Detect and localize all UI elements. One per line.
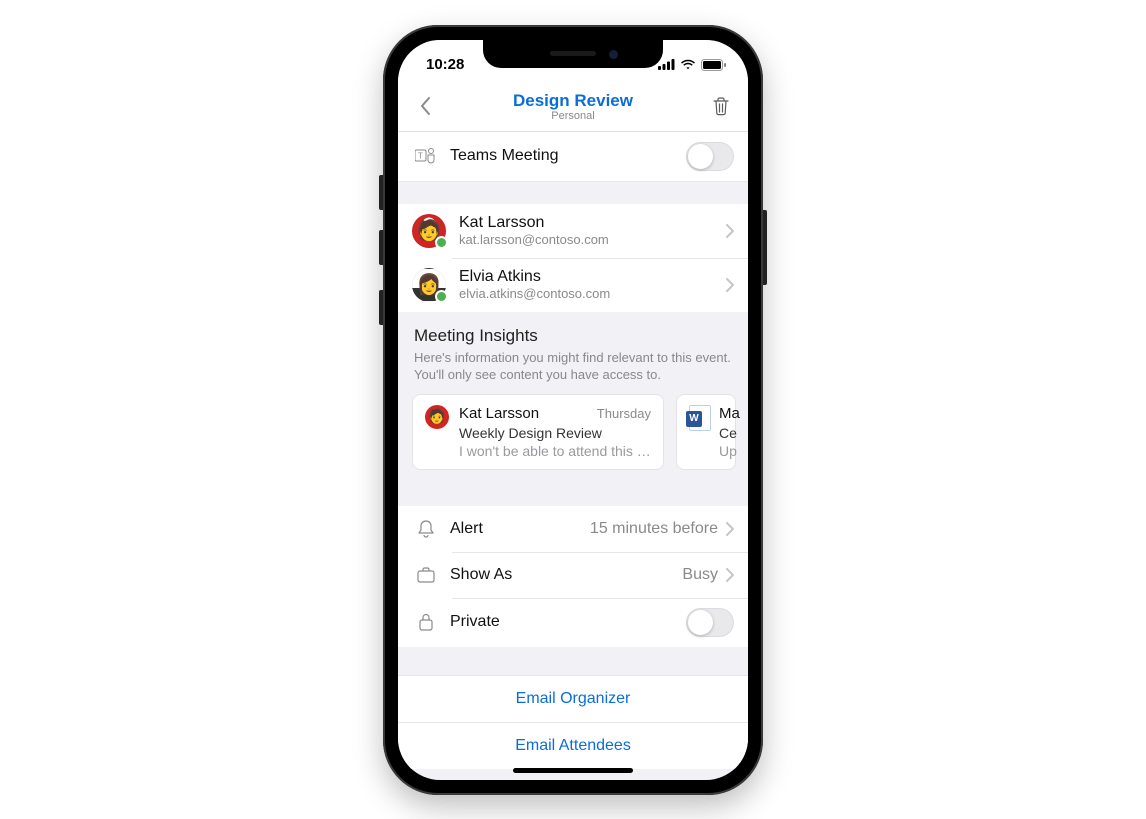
private-toggle[interactable] <box>686 608 734 637</box>
bell-icon <box>412 519 440 539</box>
teams-meeting-toggle[interactable] <box>686 142 734 171</box>
attendee-row[interactable]: 🧑 Kat Larsson kat.larsson@contoso.com <box>398 204 748 258</box>
alert-row[interactable]: Alert 15 minutes before <box>398 506 748 552</box>
trash-icon <box>712 96 730 116</box>
lock-icon <box>412 612 440 632</box>
card-subject: Weekly Design Review <box>459 425 651 441</box>
nav-subtitle: Personal <box>398 110 748 122</box>
email-attendees-label: Email Attendees <box>515 737 631 754</box>
chevron-right-icon <box>726 568 734 582</box>
attendee-row[interactable]: 👩 Elvia Atkins elvia.atkins@contoso.com <box>398 258 748 312</box>
card-line3: Up <box>719 443 740 459</box>
insight-card-document[interactable]: W Ma Ce Up <box>676 394 736 470</box>
email-organizer-button[interactable]: Email Organizer <box>398 675 748 722</box>
private-row: Private <box>398 598 748 647</box>
card-preview: I won't be able to attend this w… <box>459 443 651 459</box>
chevron-right-icon <box>726 278 734 292</box>
content: T Teams Meeting 🧑 Kat Larsson kat.larsso… <box>398 132 748 769</box>
teams-meeting-row: T Teams Meeting <box>398 132 748 182</box>
phone-frame: 10:28 Design Review Personal T <box>383 25 763 795</box>
nav-bar: Design Review Personal <box>398 82 748 132</box>
card-sender: Kat Larsson <box>459 405 539 422</box>
attendee-name: Kat Larsson <box>459 214 609 232</box>
status-icons <box>658 59 726 71</box>
notch <box>483 40 663 68</box>
attendee-email: elvia.atkins@contoso.com <box>459 286 610 301</box>
chevron-right-icon <box>726 522 734 536</box>
meeting-insights-title: Meeting Insights <box>414 326 732 346</box>
private-label: Private <box>450 613 500 631</box>
meeting-insights-description: Here's information you might find releva… <box>414 349 732 384</box>
briefcase-icon <box>412 566 440 584</box>
alert-label: Alert <box>450 520 483 538</box>
teams-meeting-label: Teams Meeting <box>450 147 559 165</box>
cellular-icon <box>658 59 675 70</box>
wifi-icon <box>680 59 696 70</box>
avatar: 🧑 <box>425 405 449 429</box>
show-as-row[interactable]: Show As Busy <box>398 552 748 598</box>
chevron-left-icon <box>419 96 431 116</box>
presence-available-icon <box>435 236 448 249</box>
email-organizer-label: Email Organizer <box>516 690 631 707</box>
svg-text:T: T <box>418 152 423 161</box>
screen: 10:28 Design Review Personal T <box>398 40 748 780</box>
card-line2: Ce <box>719 425 740 441</box>
nav-title: Design Review <box>398 91 748 111</box>
card-date: Thursday <box>597 406 651 421</box>
chevron-right-icon <box>726 224 734 238</box>
meeting-insights-header: Meeting Insights Here's information you … <box>398 312 748 394</box>
home-indicator[interactable] <box>513 768 633 773</box>
attendee-email: kat.larsson@contoso.com <box>459 232 609 247</box>
battery-icon <box>701 59 726 71</box>
delete-button[interactable] <box>706 91 736 121</box>
status-time: 10:28 <box>426 56 464 73</box>
show-as-value: Busy <box>682 566 718 584</box>
attendee-name: Elvia Atkins <box>459 268 610 286</box>
presence-available-icon <box>435 290 448 303</box>
insights-cards[interactable]: 🧑 Kat Larsson Thursday Weekly Design Rev… <box>398 394 748 484</box>
card-title: Ma <box>719 405 740 422</box>
teams-icon: T <box>412 146 440 166</box>
word-document-icon: W <box>689 405 711 431</box>
insight-card-email[interactable]: 🧑 Kat Larsson Thursday Weekly Design Rev… <box>412 394 664 470</box>
show-as-label: Show As <box>450 566 512 584</box>
back-button[interactable] <box>410 91 440 121</box>
email-attendees-button[interactable]: Email Attendees <box>398 722 748 769</box>
alert-value: 15 minutes before <box>590 520 718 538</box>
